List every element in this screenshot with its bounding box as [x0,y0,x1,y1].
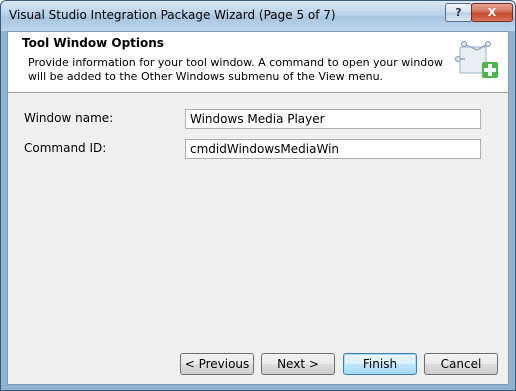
finish-button[interactable]: Finish [343,353,417,375]
help-button[interactable]: ? [445,3,472,22]
window-title: Visual Studio Integration Package Wizard… [9,8,336,22]
cancel-button[interactable]: Cancel [424,353,498,375]
wizard-header: Tool Window Options Provide information … [8,32,508,93]
title-bar[interactable]: Visual Studio Integration Package Wizard… [1,1,515,31]
command-id-label: Command ID: [24,141,107,155]
next-button[interactable]: Next > [261,353,335,375]
wizard-window: Visual Studio Integration Package Wizard… [0,0,516,391]
previous-button[interactable]: < Previous [180,353,254,375]
window-name-field[interactable]: Windows Media Player [185,109,481,129]
page-title: Tool Window Options [22,36,164,50]
wizard-add-icon [455,41,498,78]
dialog-body: Tool Window Options Provide information … [7,31,509,385]
page-description: Provide information for your tool window… [28,56,444,83]
close-button[interactable]: X [471,3,513,22]
command-id-field[interactable]: cmdidWindowsMediaWin [185,139,481,159]
window-name-label: Window name: [24,111,114,125]
